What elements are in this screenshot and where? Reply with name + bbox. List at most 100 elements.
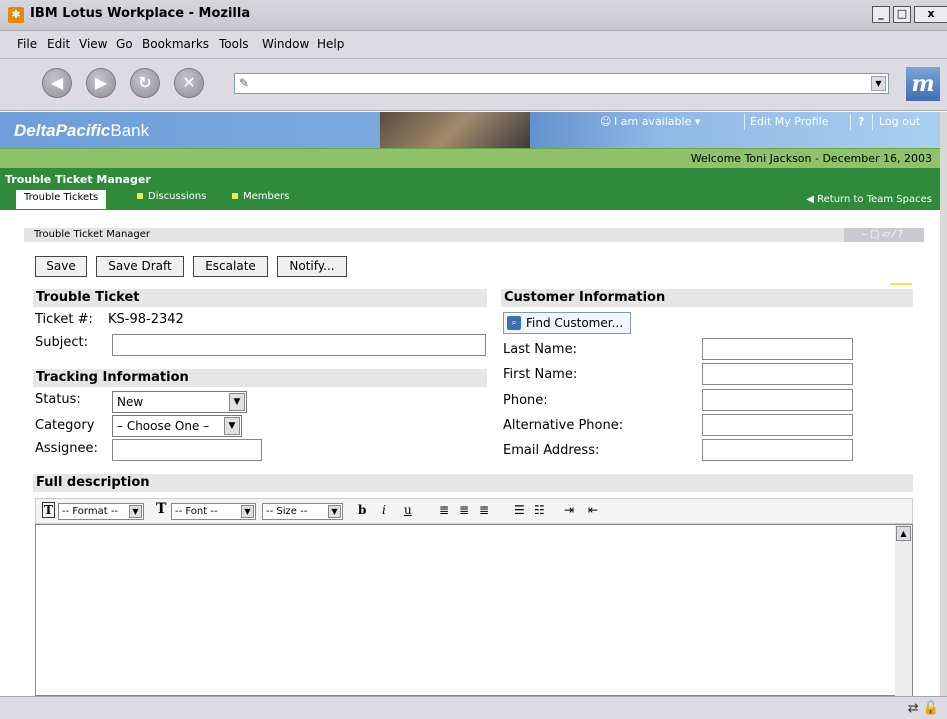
bold-button[interactable]: b <box>358 503 366 517</box>
full-description-heading: Full description <box>33 474 913 492</box>
status-value: New <box>117 395 144 409</box>
escalate-button[interactable]: Escalate <box>193 256 268 277</box>
subject-input[interactable] <box>112 334 486 356</box>
phone-input[interactable] <box>702 389 853 411</box>
menu-go[interactable]: Go <box>116 37 133 51</box>
font-icon: T <box>156 501 167 517</box>
font-select[interactable]: -- Font -- ▼ <box>171 503 256 520</box>
underline-button[interactable]: u <box>404 503 412 517</box>
url-dropdown-button[interactable]: ▼ <box>871 76 886 91</box>
back-arrow-icon: ◀ <box>50 73 64 92</box>
assignee-label: Assignee: <box>35 441 98 456</box>
italic-button[interactable]: i <box>382 503 386 517</box>
window-title-bar: ✱ IBM Lotus Workplace - Mozilla _ □ x <box>0 0 947 31</box>
app-header: Trouble Ticket Manager Trouble Tickets D… <box>0 168 940 210</box>
bullet-icon <box>232 193 238 199</box>
align-center-icon[interactable]: ≣ <box>459 503 469 517</box>
ticket-number-label: Ticket #: <box>35 312 93 327</box>
description-editor[interactable]: ▲ <box>35 524 913 696</box>
menu-tools[interactable]: Tools <box>219 37 249 51</box>
email-address-input[interactable] <box>702 439 853 461</box>
tab-members[interactable]: Members <box>232 191 289 202</box>
bulleted-list-icon[interactable]: ☷ <box>534 503 545 517</box>
last-name-input[interactable] <box>702 338 853 360</box>
menu-bar: File Edit View Go Bookmarks Tools Window… <box>0 31 947 59</box>
tab-discussions[interactable]: Discussions <box>137 191 206 202</box>
tab-label: Trouble Tickets <box>24 192 99 203</box>
minimize-button[interactable]: _ <box>872 6 890 23</box>
size-select-value: -- Size -- <box>266 506 308 517</box>
tab-label: Discussions <box>148 191 207 202</box>
assignee-input[interactable] <box>112 439 262 461</box>
find-customer-label: Find Customer... <box>526 316 624 330</box>
save-draft-button[interactable]: Save Draft <box>96 256 184 277</box>
chevron-down-icon: ▼ <box>224 417 240 435</box>
menu-help[interactable]: Help <box>317 37 344 51</box>
welcome-text: Welcome Toni Jackson - December 16, 2003 <box>690 152 932 165</box>
connection-lock-icon: ⇄ 🔓 <box>907 701 939 716</box>
status-label: Status: <box>35 392 81 407</box>
header-photo <box>380 112 530 148</box>
menu-window[interactable]: Window <box>262 37 309 51</box>
status-bar: ⇄ 🔓 <box>0 696 947 719</box>
tab-trouble-tickets[interactable]: Trouble Tickets <box>16 190 107 209</box>
alternative-phone-input[interactable] <box>702 414 853 436</box>
find-customer-button[interactable]: ⌕ Find Customer... <box>503 312 631 334</box>
portlet-controls[interactable]: –▢▱⁄? <box>844 228 924 242</box>
menu-view[interactable]: View <box>79 37 107 51</box>
accent-dash <box>890 283 912 285</box>
stop-button[interactable]: ✕ <box>174 68 204 98</box>
subject-label: Subject: <box>35 335 88 350</box>
menu-bookmarks[interactable]: Bookmarks <box>142 37 209 51</box>
find-customer-icon: ⌕ <box>507 316 521 330</box>
lotus-workplace-icon: ✱ <box>8 7 24 23</box>
editor-scrollbar[interactable]: ▲ <box>895 525 912 696</box>
category-select[interactable]: – Choose One – ▼ <box>112 415 242 437</box>
tab-label: Members <box>243 191 290 202</box>
mozilla-logo-icon[interactable]: m <box>906 67 940 101</box>
rich-text-toolbar: T -- Format -- ▼ T -- Font -- ▼ -- Size … <box>35 498 913 524</box>
outdent-icon[interactable]: ⇤ <box>588 503 598 517</box>
align-right-icon[interactable]: ≣ <box>479 503 489 517</box>
availability-menu[interactable]: I am available ▾ <box>614 115 700 128</box>
scroll-up-icon[interactable]: ▲ <box>896 526 911 541</box>
align-left-icon[interactable]: ≣ <box>439 503 449 517</box>
category-value: – Choose One – <box>117 419 210 433</box>
page-scrollbar[interactable] <box>940 112 947 696</box>
maximize-button[interactable]: □ <box>893 6 911 23</box>
menu-file[interactable]: File <box>17 37 37 51</box>
text-style-icon[interactable]: T <box>42 502 55 518</box>
format-select-value: -- Format -- <box>62 506 119 517</box>
bank-logo: DeltaPacificBank <box>14 121 150 140</box>
menu-edit[interactable]: Edit <box>47 37 70 51</box>
window-title: IBM Lotus Workplace - Mozilla <box>30 6 251 21</box>
customer-information-heading: Customer Information <box>501 289 913 307</box>
user-links: ☺ I am available ▾ Edit My Profile ? Log… <box>600 114 940 131</box>
ticket-number-value: KS-98-2342 <box>108 312 184 327</box>
edit-profile-link[interactable]: Edit My Profile <box>750 115 829 128</box>
help-link[interactable]: ? <box>858 115 864 128</box>
trouble-ticket-heading: Trouble Ticket <box>33 289 487 307</box>
first-name-input[interactable] <box>702 363 853 385</box>
size-select[interactable]: -- Size -- ▼ <box>262 503 343 520</box>
chevron-down-icon: ▼ <box>328 505 341 518</box>
back-button[interactable]: ◀ <box>42 68 72 98</box>
page-content: DeltaPacificBank ☺ I am available ▾ Edit… <box>0 112 947 696</box>
phone-label: Phone: <box>503 393 548 408</box>
notify-button[interactable]: Notify... <box>277 256 347 277</box>
close-button[interactable]: x <box>914 6 947 23</box>
forward-arrow-icon: ▶ <box>94 73 108 92</box>
numbered-list-icon[interactable]: ☰ <box>514 503 525 517</box>
stop-icon: ✕ <box>182 73 196 92</box>
welcome-bar: Welcome Toni Jackson - December 16, 2003 <box>0 148 940 168</box>
return-to-team-spaces-link[interactable]: ◀ Return to Team Spaces <box>806 194 932 205</box>
logout-link[interactable]: Log out <box>879 115 920 128</box>
indent-icon[interactable]: ⇥ <box>564 503 574 517</box>
status-select[interactable]: New ▼ <box>112 391 247 413</box>
url-input[interactable]: ✎ ▼ <box>234 73 889 94</box>
reload-button[interactable]: ↻ <box>130 68 160 98</box>
forward-button[interactable]: ▶ <box>86 68 116 98</box>
save-button[interactable]: Save <box>35 256 87 277</box>
format-select[interactable]: -- Format -- ▼ <box>58 503 144 520</box>
portlet-title: Trouble Ticket Manager <box>34 229 151 240</box>
